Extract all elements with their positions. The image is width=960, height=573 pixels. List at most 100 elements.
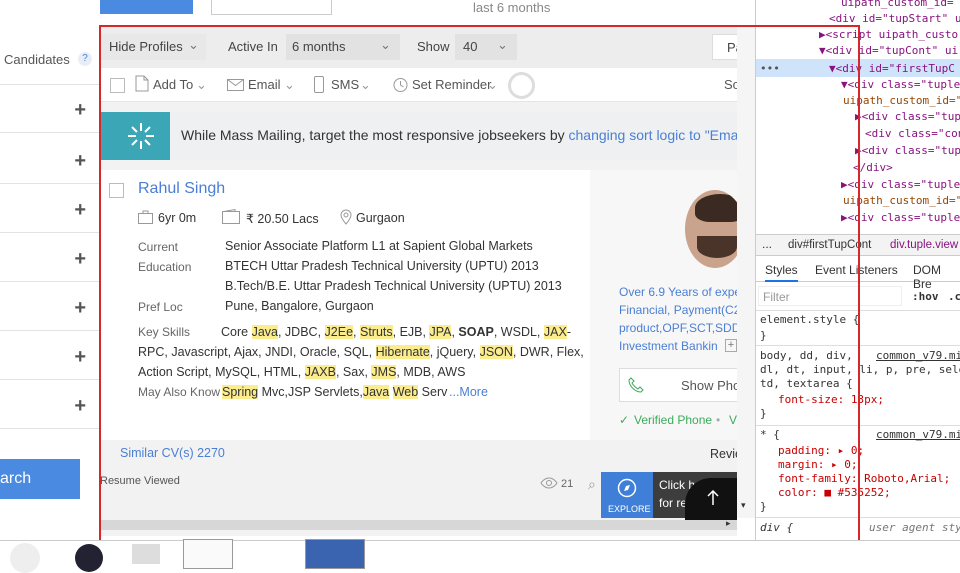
expand-plus-icon[interactable]: + xyxy=(74,297,86,320)
tab-styles[interactable]: Styles xyxy=(765,263,798,282)
sidebar-row[interactable]: + xyxy=(0,136,100,184)
sidebar-row[interactable]: + xyxy=(0,85,100,133)
vertical-scrollbar[interactable]: ▾ xyxy=(737,26,755,518)
change-sort-link[interactable]: changing sort logic to "Ema xyxy=(569,127,738,143)
dom-line[interactable]: uipath_custom_id=" xyxy=(843,192,960,209)
expand-plus-icon[interactable]: + xyxy=(74,248,86,271)
skill-text: , xyxy=(353,325,360,339)
taskbar-app-icon[interactable] xyxy=(10,543,40,573)
show-count-select[interactable]: 40 ⌄ xyxy=(455,34,517,60)
styles-filter-input[interactable]: Filter xyxy=(758,286,902,306)
show-phone-button[interactable]: Show Pho xyxy=(619,368,737,402)
more-link[interactable]: ...More xyxy=(449,385,488,399)
taskbar-app-icon[interactable] xyxy=(183,539,233,569)
dom-line[interactable]: ▶<div class="tuple xyxy=(841,176,960,193)
tab-dom-breakpoints[interactable]: DOM Bre xyxy=(913,263,960,291)
candidate-name-link[interactable]: Rahul Singh xyxy=(138,180,225,198)
select-all-checkbox[interactable] xyxy=(110,78,125,93)
top-white-field[interactable] xyxy=(211,0,332,15)
taskbar-app-icon[interactable] xyxy=(75,544,103,572)
chevron-down-icon: ⌄ xyxy=(497,37,508,52)
taskbar-app-icon[interactable] xyxy=(132,544,160,564)
expand-plus-icon[interactable]: + xyxy=(74,99,86,122)
phone-handset-icon xyxy=(628,377,644,396)
skill-text: SOAP xyxy=(458,325,494,339)
sidebar-row[interactable]: + xyxy=(0,381,100,429)
hide-profiles-dropdown[interactable]: Hide Profiles ⌄ xyxy=(100,34,206,60)
dom-line[interactable]: ▼<div id="firstTupC xyxy=(829,60,955,77)
hov-toggle[interactable]: :hov xyxy=(912,288,939,305)
sidebar-row[interactable]: + xyxy=(0,185,100,233)
dom-line[interactable]: ▶<div class="tup xyxy=(855,142,960,159)
dom-line[interactable]: ▶<div class="tup xyxy=(855,108,960,125)
skill-text: , jQuery, xyxy=(429,345,480,359)
highlighted-skill: JSON xyxy=(479,345,513,359)
candidate-checkbox[interactable] xyxy=(109,183,124,198)
key-skills-line-2: RPC, Javascript, Ajax, JNDI, Oracle, SQL… xyxy=(138,345,584,359)
highlighted-skill: Hibernate xyxy=(375,345,430,359)
dom-line[interactable]: ▼<div class="tuple xyxy=(841,76,960,93)
rule-selector[interactable]: td, textarea { xyxy=(760,375,853,392)
set-reminder-button[interactable]: Set Reminder xyxy=(412,77,491,92)
css-property[interactable]: color: ■ #535252; xyxy=(778,484,891,501)
chevron-down-icon: ⌄ xyxy=(284,77,295,92)
verified-separator: • xyxy=(716,413,721,427)
search-button[interactable]: arch xyxy=(0,459,80,499)
pagination-button[interactable]: Pa xyxy=(712,34,737,60)
active-in-select[interactable]: 6 months ⌄ xyxy=(286,34,400,60)
filter-toolbar: Hide Profiles ⌄ Active In 6 months ⌄ Sho… xyxy=(100,26,737,68)
summary-line-3: product,OPF,SCT,SDD, xyxy=(619,321,737,335)
email-button[interactable]: Email xyxy=(248,77,281,92)
add-to-icon xyxy=(135,75,149,95)
skill-text: , WSDL, xyxy=(493,325,544,339)
css-property[interactable]: font-size: 13px; xyxy=(778,391,884,408)
current-role-value: Senior Associate Platform L1 at Sapient … xyxy=(225,239,533,253)
highlighted-skill: Spring xyxy=(222,385,259,399)
expand-summary-icon[interactable]: + xyxy=(725,339,737,352)
dom-line[interactable]: uipath_custom_id=" xyxy=(843,92,960,109)
key-skills-line-3: Action Script, MySQL, HTML, JAXB, Sax, J… xyxy=(138,365,465,379)
expand-plus-icon[interactable]: + xyxy=(74,199,86,222)
salary-value: ₹ 20.50 Lacs xyxy=(246,212,319,226)
expand-plus-icon[interactable]: + xyxy=(74,346,86,369)
candidate-card: Rahul Singh 6yr 0m ₹ 20.50 Lacs Gurgaon … xyxy=(100,170,590,440)
expand-plus-icon[interactable]: + xyxy=(74,395,86,418)
sort-label[interactable]: So xyxy=(724,77,737,92)
target-burst-icon xyxy=(100,112,170,160)
compass-icon xyxy=(617,478,637,501)
rule-source-link[interactable]: common_v79.mi xyxy=(876,426,960,443)
add-to-button[interactable]: Add To xyxy=(153,77,193,92)
horizontal-scrollbar[interactable]: ▸ xyxy=(100,518,737,530)
dom-line[interactable]: <div id="tupStart" ui xyxy=(829,10,960,27)
breadcrumb-item[interactable]: div#firstTupCont xyxy=(788,239,871,251)
dom-line[interactable]: ▶<div class="tuple xyxy=(841,209,960,226)
cls-toggle[interactable]: .c xyxy=(948,288,960,305)
dom-line[interactable]: <div class="con xyxy=(865,125,960,142)
scroll-down-icon[interactable]: ▾ xyxy=(741,500,746,511)
pref-loc-value: Pune, Bangalore, Gurgaon xyxy=(225,299,374,313)
review-link[interactable]: Revie xyxy=(710,447,737,461)
rule-selector[interactable]: div { xyxy=(760,519,793,536)
sidebar-row[interactable]: + xyxy=(0,234,100,282)
scroll-to-top-button[interactable] xyxy=(685,478,737,520)
sms-button[interactable]: SMS xyxy=(331,77,359,92)
taskbar-app-icon[interactable] xyxy=(305,539,365,569)
sidebar-row[interactable]: + xyxy=(0,332,100,380)
may-also-know-label: May Also Know xyxy=(138,385,221,399)
email-icon xyxy=(227,79,244,94)
breadcrumb-item[interactable]: div.tuple.view xyxy=(890,239,958,251)
tab-event-listeners[interactable]: Event Listeners xyxy=(815,263,898,277)
dom-line[interactable]: </div> xyxy=(853,159,893,176)
dom-line[interactable]: ▶<script uipath_custo xyxy=(819,26,958,43)
rule-selector[interactable]: * { xyxy=(760,426,780,443)
sidebar-row[interactable]: + xyxy=(0,283,100,331)
explore-button[interactable]: EXPLORE xyxy=(601,472,653,518)
scroll-right-icon[interactable]: ▸ xyxy=(726,518,731,529)
similar-cvs-link[interactable]: Similar CV(s) 2270 xyxy=(120,446,225,460)
help-icon[interactable]: ? xyxy=(78,52,92,66)
expand-plus-icon[interactable]: + xyxy=(74,150,86,173)
verified-phone-label: Verified Phone xyxy=(634,413,713,427)
element-style-rule[interactable]: element.style { xyxy=(760,311,859,328)
dom-line[interactable]: ▼<div id="tupCont" ui xyxy=(819,42,958,59)
education-value-2: B.Tech/B.E. Uttar Pradesh Technical Univ… xyxy=(225,279,562,293)
